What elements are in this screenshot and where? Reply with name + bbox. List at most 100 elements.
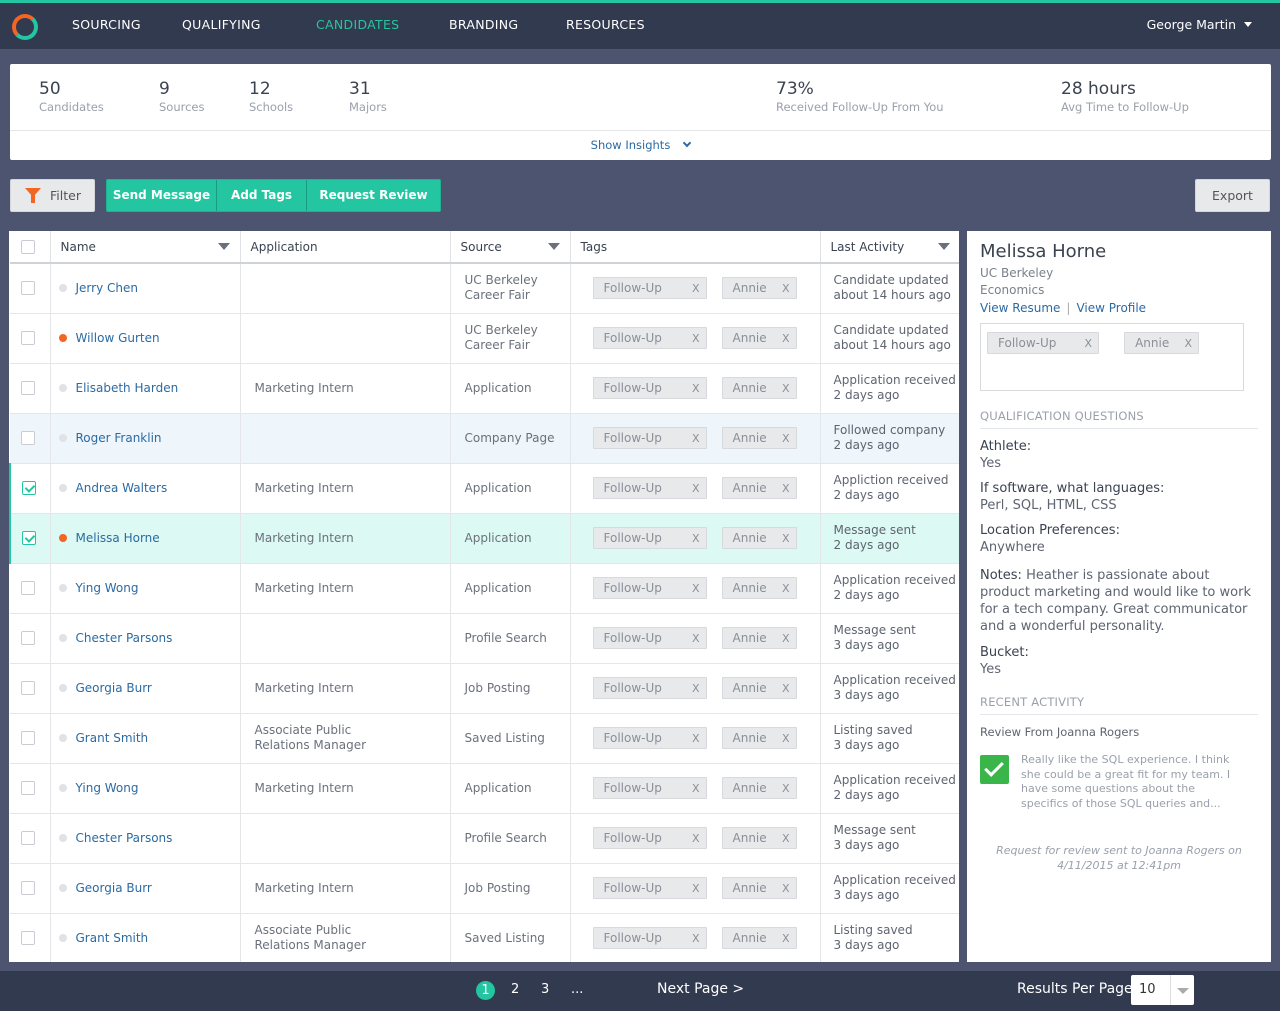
candidate-name-link[interactable]: Andrea Walters (76, 481, 168, 495)
remove-tag-icon[interactable]: X (782, 928, 790, 949)
remove-tag-icon[interactable]: X (692, 328, 700, 349)
next-page-link[interactable]: Next Page > (657, 981, 744, 997)
column-header-last-activity[interactable]: Last Activity (820, 231, 959, 264)
remove-tag-icon[interactable]: X (1185, 333, 1193, 354)
remove-tag-icon[interactable]: X (692, 478, 700, 499)
nav-sourcing[interactable]: SOURCING (72, 17, 141, 32)
remove-tag-icon[interactable]: X (692, 378, 700, 399)
remove-tag-icon[interactable]: X (782, 678, 790, 699)
row-checkbox[interactable] (21, 631, 35, 645)
nav-qualifying[interactable]: QUALIFYING (182, 17, 261, 32)
row-checkbox[interactable] (21, 731, 35, 745)
add-tags-button[interactable]: Add Tags (217, 180, 307, 211)
user-menu[interactable]: George Martin (1147, 17, 1252, 32)
request-review-button[interactable]: Request Review (307, 180, 440, 211)
sort-caret-icon[interactable] (547, 243, 560, 250)
row-checkbox[interactable] (21, 431, 35, 445)
remove-tag-icon[interactable]: X (692, 728, 700, 749)
remove-tag-icon[interactable]: X (692, 428, 700, 449)
results-per-page-select[interactable]: 10 (1131, 975, 1194, 1005)
remove-tag-icon[interactable]: X (692, 678, 700, 699)
column-header-name[interactable]: Name (50, 231, 241, 264)
row-checkbox[interactable] (21, 681, 35, 695)
row-checkbox[interactable] (21, 781, 35, 795)
candidate-name-link[interactable]: Willow Gurten (76, 331, 160, 345)
remove-tag-icon[interactable]: X (782, 878, 790, 899)
table-row[interactable]: Jerry Chen UC Berkeley Career Fair Follow-U… (10, 263, 959, 314)
table-row[interactable]: Grant Smith Associate Public Relations Ma… (10, 713, 959, 764)
remove-tag-icon[interactable]: X (692, 528, 700, 549)
table-row[interactable]: Ying Wong Marketing Intern Application Foll… (10, 763, 959, 814)
send-message-button[interactable]: Send Message (107, 180, 217, 211)
remove-tag-icon[interactable]: X (692, 278, 700, 299)
row-checkbox[interactable] (21, 331, 35, 345)
remove-tag-icon[interactable]: X (782, 828, 790, 849)
table-row[interactable]: Elisabeth Harden Marketing Intern Applicat… (10, 363, 959, 414)
app-logo-icon[interactable] (12, 14, 38, 40)
table-row[interactable]: Georgia Burr Marketing Intern Job Posting F… (10, 663, 959, 714)
row-checkbox[interactable] (21, 931, 35, 945)
candidate-name-link[interactable]: Chester Parsons (76, 631, 173, 645)
table-row[interactable]: Willow Gurten UC Berkeley Career Fair Follo… (10, 313, 959, 364)
remove-tag-icon[interactable]: X (782, 378, 790, 399)
remove-tag-icon[interactable]: X (692, 928, 700, 949)
candidate-name-link[interactable]: Ying Wong (76, 781, 139, 795)
candidate-name-link[interactable]: Ying Wong (76, 581, 139, 595)
remove-tag-icon[interactable]: X (782, 778, 790, 799)
nav-resources[interactable]: RESOURCES (566, 17, 645, 32)
sort-caret-icon[interactable] (937, 243, 950, 250)
remove-tag-icon[interactable]: X (782, 628, 790, 649)
row-checkbox[interactable] (22, 531, 36, 545)
page-2[interactable]: 2 (511, 982, 519, 997)
remove-tag-icon[interactable]: X (782, 428, 790, 449)
column-header-source[interactable]: Source (450, 231, 571, 264)
sort-caret-icon[interactable] (217, 243, 230, 250)
remove-tag-icon[interactable]: X (692, 828, 700, 849)
remove-tag-icon[interactable]: X (692, 628, 700, 649)
remove-tag-icon[interactable]: X (782, 528, 790, 549)
remove-tag-icon[interactable]: X (692, 778, 700, 799)
row-checkbox[interactable] (21, 381, 35, 395)
table-row[interactable]: Andrea Walters Marketing Intern Applicatio… (9, 463, 959, 514)
page-1[interactable]: 1 (476, 981, 495, 1000)
table-row[interactable]: Roger Franklin Company Page Follow-Up X Anni… (10, 413, 959, 464)
table-row[interactable]: Chester Parsons Profile Search Follow-Up X A… (10, 813, 959, 864)
page-ellipsis[interactable]: ... (571, 982, 583, 997)
select-all-checkbox[interactable] (21, 239, 35, 254)
candidate-name-link[interactable]: Elisabeth Harden (76, 381, 179, 395)
remove-tag-icon[interactable]: X (782, 328, 790, 349)
view-profile-link[interactable]: View Profile (1076, 301, 1146, 315)
remove-tag-icon[interactable]: X (692, 878, 700, 899)
table-row[interactable]: Ying Wong Marketing Intern Application Foll… (10, 563, 959, 614)
view-resume-link[interactable]: View Resume (980, 301, 1060, 315)
remove-tag-icon[interactable]: X (782, 278, 790, 299)
show-insights-toggle[interactable]: Show Insights (10, 130, 1271, 160)
candidate-name-link[interactable]: Chester Parsons (76, 831, 173, 845)
page-3[interactable]: 3 (541, 982, 549, 997)
row-checkbox[interactable] (21, 831, 35, 845)
candidate-name-link[interactable]: Grant Smith (76, 731, 149, 745)
nav-candidates[interactable]: CANDIDATES (316, 17, 399, 32)
remove-tag-icon[interactable]: X (1084, 333, 1092, 354)
table-row[interactable]: Melissa Horne Marketing Intern Application… (9, 513, 959, 564)
column-header-tags[interactable]: Tags (570, 231, 821, 264)
candidate-tag-box[interactable]: Follow-Up X Annie X (980, 323, 1244, 391)
candidate-name-link[interactable]: Jerry Chen (76, 281, 138, 295)
candidate-name-link[interactable]: Georgia Burr (76, 881, 152, 895)
row-checkbox[interactable] (21, 281, 35, 296)
remove-tag-icon[interactable]: X (692, 578, 700, 599)
candidate-name-link[interactable]: Melissa Horne (76, 531, 160, 545)
remove-tag-icon[interactable]: X (782, 728, 790, 749)
column-header-application[interactable]: Application (240, 231, 451, 264)
remove-tag-icon[interactable]: X (782, 478, 790, 499)
nav-branding[interactable]: BRANDING (449, 17, 518, 32)
candidate-name-link[interactable]: Georgia Burr (76, 681, 152, 695)
export-button[interactable]: Export (1195, 179, 1270, 212)
table-row[interactable]: Grant Smith Associate Public Relations Ma… (10, 913, 959, 962)
row-checkbox[interactable] (21, 581, 35, 595)
table-row[interactable]: Chester Parsons Profile Search Follow-Up X A… (10, 613, 959, 664)
row-checkbox[interactable] (21, 881, 35, 895)
row-checkbox[interactable] (22, 481, 36, 495)
candidate-name-link[interactable]: Roger Franklin (76, 431, 162, 445)
filter-button[interactable]: Filter (10, 179, 95, 212)
